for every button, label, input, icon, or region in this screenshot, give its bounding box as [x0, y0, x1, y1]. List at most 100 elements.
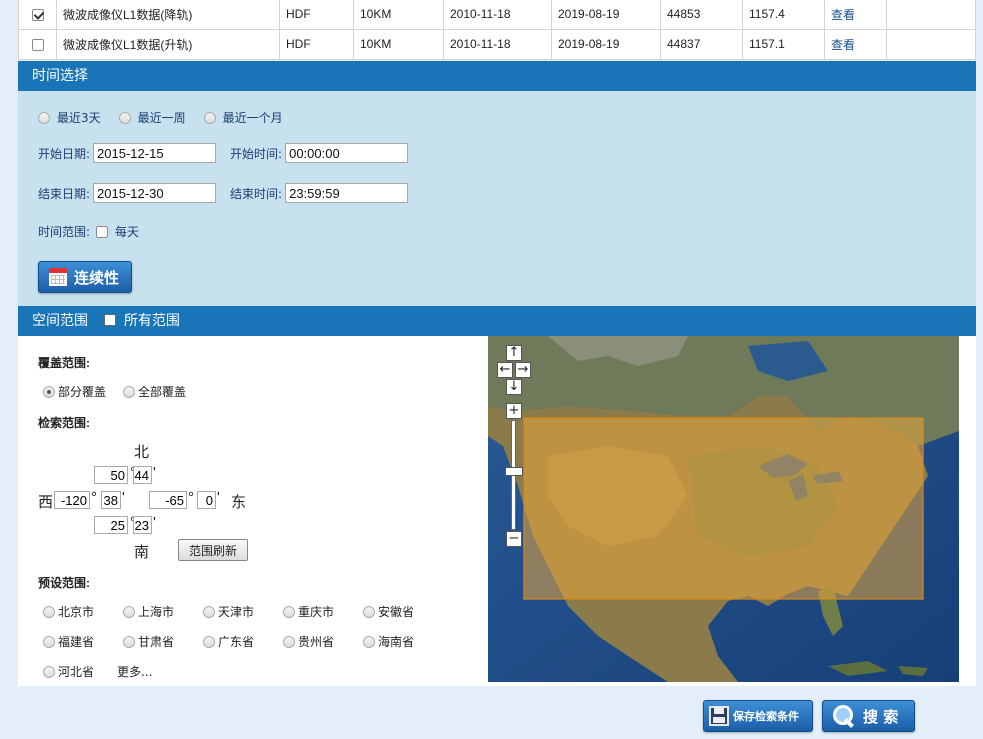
radio-last-week[interactable]: [118, 111, 131, 124]
end-time-input[interactable]: [285, 183, 409, 203]
preset-radio[interactable]: [43, 605, 55, 618]
preset-radio[interactable]: [363, 605, 375, 618]
product-name: 微波成像仪L1数据(降轨): [56, 0, 280, 30]
north-degree-input[interactable]: [94, 466, 128, 484]
search-button[interactable]: 搜 索: [822, 700, 915, 732]
quick-range-label: 最近3天: [57, 111, 101, 125]
preset-guizhou[interactable]: 贵州省: [283, 633, 334, 650]
preset-fujian[interactable]: 福建省: [43, 633, 94, 650]
preset-radio[interactable]: [43, 635, 55, 648]
east-minute-input[interactable]: [197, 491, 216, 509]
radio-last-3-days[interactable]: [38, 111, 50, 124]
zoom-out-icon[interactable]: −: [506, 531, 522, 547]
resolution-cell: 10KM: [353, 0, 444, 30]
pan-down-icon[interactable]: ↓: [506, 379, 522, 395]
coverage-label: 覆盖范围:: [38, 356, 90, 370]
quick-range-label: 最近一周: [137, 111, 186, 125]
preset-label: 广东省: [218, 635, 255, 649]
east-degree-input[interactable]: [149, 491, 187, 509]
preset-shanghai[interactable]: 上海市: [123, 603, 174, 620]
minute-symbol: ': [217, 489, 220, 506]
preset-label: 安徽省: [378, 605, 415, 619]
west-minute-input[interactable]: [101, 491, 121, 509]
preset-gansu[interactable]: 甘肃省: [123, 633, 174, 650]
size-cell: 1157.1: [742, 28, 825, 60]
time-section-title: 时间选择: [32, 68, 88, 84]
view-link[interactable]: 查看: [831, 8, 855, 22]
empty-cell: [886, 0, 976, 30]
end-date-input[interactable]: [93, 183, 217, 203]
satellite-map[interactable]: [488, 336, 959, 682]
preset-anhui[interactable]: 安徽省: [363, 603, 414, 620]
preset-hainan[interactable]: 海南省: [363, 633, 414, 650]
row-checkbox-cell[interactable]: [18, 28, 57, 60]
west-degree-input[interactable]: [54, 491, 90, 509]
south-minute-input[interactable]: [133, 516, 152, 534]
more-presets-link[interactable]: 更多...: [117, 663, 152, 680]
zoom-in-icon[interactable]: +: [506, 403, 522, 419]
end-date-cell: 2019-08-19: [551, 0, 661, 30]
preset-hebei[interactable]: 河北省: [43, 663, 94, 680]
save-search-label: 保存检索条件: [733, 710, 799, 723]
preset-chongqing[interactable]: 重庆市: [283, 603, 334, 620]
minute-symbol: ': [153, 464, 156, 481]
preset-radio[interactable]: [123, 605, 135, 618]
preset-radio[interactable]: [283, 635, 295, 648]
radio-partial-coverage[interactable]: [43, 385, 55, 398]
pan-left-icon[interactable]: ←: [497, 362, 513, 378]
preset-label: 贵州省: [298, 635, 335, 649]
start-date-cell: 2010-11-18: [443, 28, 552, 60]
view-link-cell[interactable]: 查看: [824, 0, 887, 30]
preset-radio[interactable]: [43, 665, 55, 678]
coverage-full[interactable]: 全部覆盖: [123, 383, 186, 400]
radio-last-month[interactable]: [203, 111, 216, 124]
west-label: 西: [38, 493, 54, 511]
all-range-checkbox[interactable]: [104, 314, 117, 326]
start-time-input[interactable]: [285, 143, 409, 163]
pan-up-icon[interactable]: ↑: [506, 345, 522, 361]
quick-range-label: 最近一个月: [222, 111, 283, 125]
refresh-range-button[interactable]: 范围刷新: [178, 539, 248, 561]
start-date-label: 开始日期:: [38, 146, 91, 161]
daily-label: 每天: [115, 225, 140, 239]
preset-radio[interactable]: [283, 605, 295, 618]
preset-beijing[interactable]: 北京市: [43, 603, 94, 620]
radio-full-coverage[interactable]: [123, 385, 135, 398]
daily-checkbox[interactable]: [96, 225, 109, 238]
search-icon: [833, 705, 855, 727]
degree-symbol: °: [91, 489, 97, 506]
search-button-label: 搜 索: [863, 707, 899, 726]
continuity-button[interactable]: 连续性: [38, 261, 132, 293]
map-view[interactable]: ↑ ← → ↓ + −: [488, 336, 959, 682]
preset-radio[interactable]: [203, 605, 215, 618]
space-section-title: 空间范围: [32, 313, 88, 329]
row-checkbox-cell[interactable]: [18, 0, 57, 30]
selection-rectangle[interactable]: [523, 417, 924, 600]
row-checkbox[interactable]: [31, 9, 44, 22]
zoom-slider-handle[interactable]: [505, 467, 523, 476]
format-cell: HDF: [279, 0, 354, 30]
preset-radio[interactable]: [203, 635, 215, 648]
continuity-button-label: 连续性: [74, 268, 120, 287]
resolution-cell: 10KM: [353, 28, 444, 60]
south-degree-input[interactable]: [94, 516, 128, 534]
preset-radio[interactable]: [363, 635, 375, 648]
preset-radio[interactable]: [123, 635, 135, 648]
save-search-button[interactable]: 保存检索条件: [703, 700, 813, 732]
start-date-input[interactable]: [93, 143, 217, 163]
preset-label: 天津市: [218, 605, 255, 619]
empty-cell: [886, 28, 976, 60]
pan-right-icon[interactable]: →: [515, 362, 531, 378]
end-date-label: 结束日期:: [38, 186, 91, 201]
preset-guangdong[interactable]: 广东省: [203, 633, 254, 650]
view-link-cell[interactable]: 查看: [824, 28, 887, 60]
east-label: 东: [231, 493, 247, 511]
coverage-option-label: 部分覆盖: [58, 385, 107, 399]
time-range-row: 时间范围: 每天: [38, 223, 139, 240]
preset-tianjin[interactable]: 天津市: [203, 603, 254, 620]
coverage-partial[interactable]: 部分覆盖: [43, 383, 106, 400]
north-minute-input[interactable]: [133, 466, 152, 484]
row-checkbox[interactable]: [31, 38, 44, 51]
coverage-option-label: 全部覆盖: [138, 385, 187, 399]
view-link[interactable]: 查看: [831, 38, 855, 52]
